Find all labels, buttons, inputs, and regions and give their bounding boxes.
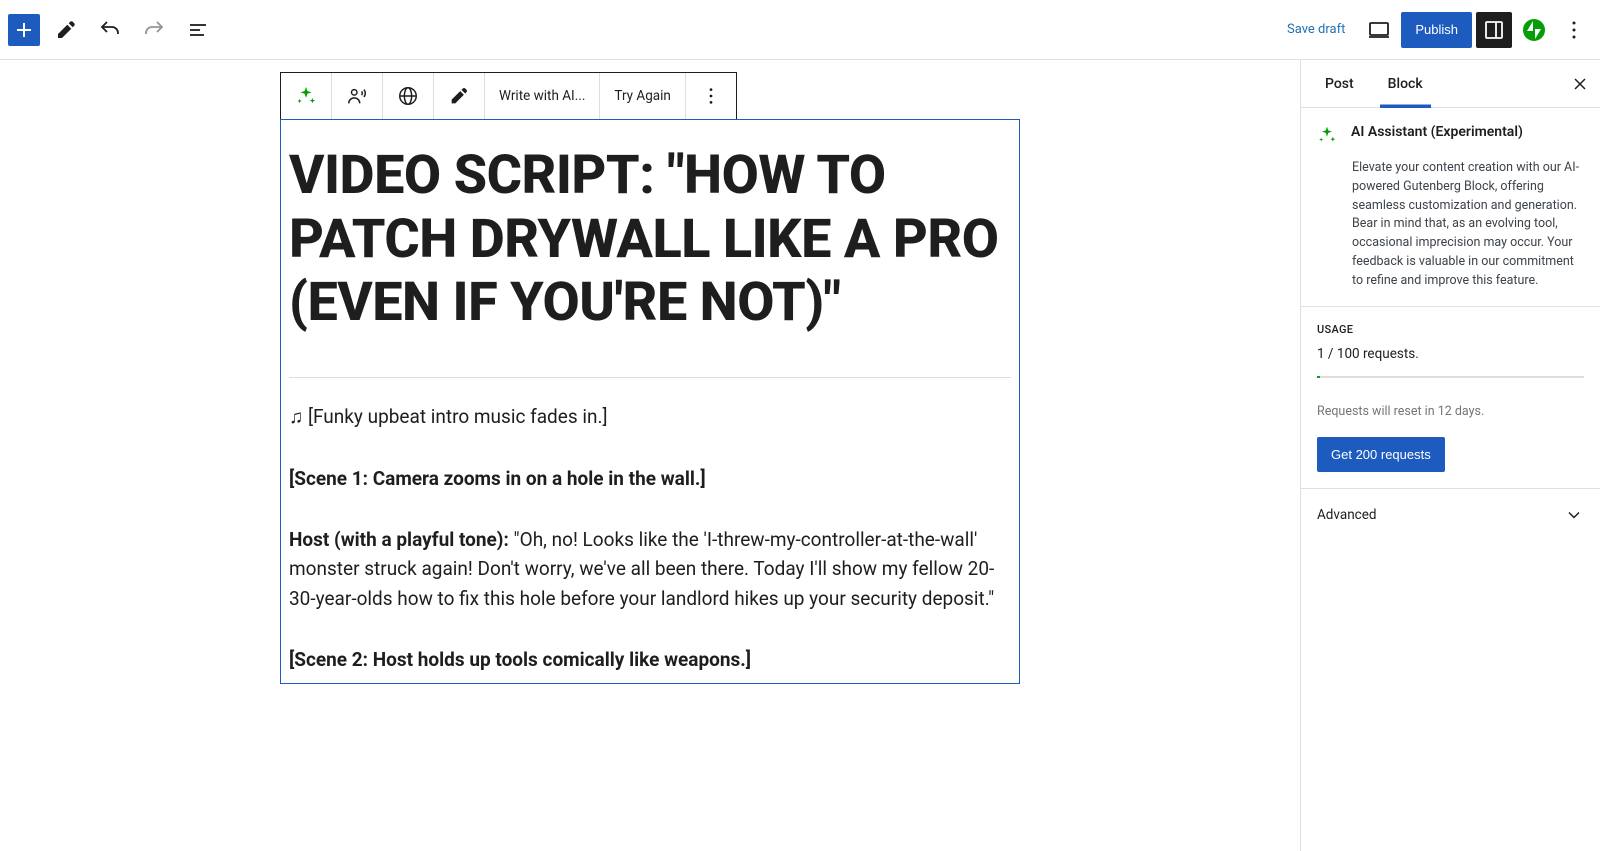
more-options-button[interactable] — [1556, 12, 1592, 48]
host-prefix: Host (with a playful tone): — [289, 528, 509, 551]
get-requests-button[interactable]: Get 200 requests — [1317, 437, 1445, 472]
ai-content-block[interactable]: VIDEO SCRIPT: "HOW TO PATCH DRYWALL LIKE… — [280, 119, 1020, 684]
add-block-button[interactable] — [8, 14, 40, 46]
ai-panel-title: AI Assistant (Experimental) — [1351, 124, 1523, 140]
main-area: Write with AI... Try Again VIDEO SCRIPT:… — [0, 60, 1600, 851]
advanced-label: Advanced — [1317, 507, 1377, 523]
usage-progress-bar — [1317, 376, 1584, 378]
redo-button[interactable] — [136, 12, 172, 48]
script-title: VIDEO SCRIPT: "HOW TO PATCH DRYWALL LIKE… — [289, 144, 1011, 335]
intro-music-line: ♫ [Funky upbeat intro music fades in.] — [289, 402, 1011, 431]
editor-canvas: Write with AI... Try Again VIDEO SCRIPT:… — [0, 60, 1300, 851]
document-overview-button[interactable] — [180, 12, 216, 48]
usage-panel: USAGE 1 / 100 requests. Requests will re… — [1301, 307, 1600, 489]
top-toolbar-left — [8, 12, 216, 48]
settings-sidebar-toggle[interactable] — [1476, 12, 1512, 48]
block-more-button[interactable] — [686, 73, 736, 119]
tab-post[interactable]: Post — [1317, 60, 1362, 108]
host-line: Host (with a playful tone): "Oh, no! Loo… — [289, 525, 1011, 613]
usage-reset-text: Requests will reset in 12 days. — [1317, 404, 1584, 419]
language-button[interactable] — [383, 73, 434, 119]
write-with-ai-button[interactable]: Write with AI... — [485, 73, 600, 119]
preview-button[interactable] — [1361, 12, 1397, 48]
block-toolbar: Write with AI... Try Again — [280, 72, 737, 120]
save-draft-link[interactable]: Save draft — [1275, 22, 1357, 37]
usage-count: 1 / 100 requests. — [1317, 346, 1584, 362]
ai-assistant-panel: AI Assistant (Experimental) Elevate your… — [1301, 108, 1600, 307]
ai-sparkle-icon — [1317, 125, 1337, 149]
edit-toolbar-button[interactable] — [434, 73, 485, 119]
close-sidebar-button[interactable] — [1568, 72, 1592, 96]
jetpack-icon[interactable] — [1516, 12, 1552, 48]
usage-label: USAGE — [1317, 323, 1584, 336]
chevron-down-icon — [1564, 505, 1584, 525]
top-toolbar-right: Save draft Publish — [1275, 12, 1592, 48]
top-toolbar: Save draft Publish — [0, 0, 1600, 60]
hr-divider — [289, 377, 1011, 378]
tab-block[interactable]: Block — [1380, 60, 1431, 108]
undo-button[interactable] — [92, 12, 128, 48]
editor-inner: Write with AI... Try Again VIDEO SCRIPT:… — [280, 72, 1020, 851]
usage-progress-fill — [1317, 376, 1320, 378]
edit-mode-button[interactable] — [48, 12, 84, 48]
scene-1-heading: [Scene 1: Camera zooms in on a hole in t… — [289, 464, 1011, 493]
advanced-panel-toggle[interactable]: Advanced — [1301, 489, 1600, 541]
ai-panel-description: Elevate your content creation with our A… — [1352, 159, 1584, 290]
voice-button[interactable] — [332, 73, 383, 119]
scene-2-heading: [Scene 2: Host holds up tools comically … — [289, 645, 1011, 674]
publish-button[interactable]: Publish — [1401, 12, 1472, 48]
sidebar-tabs: Post Block — [1301, 60, 1600, 108]
settings-sidebar: Post Block AI Assistant (Experimental) E… — [1300, 60, 1600, 851]
ai-sparkle-button[interactable] — [281, 73, 332, 119]
try-again-button[interactable]: Try Again — [600, 73, 685, 119]
